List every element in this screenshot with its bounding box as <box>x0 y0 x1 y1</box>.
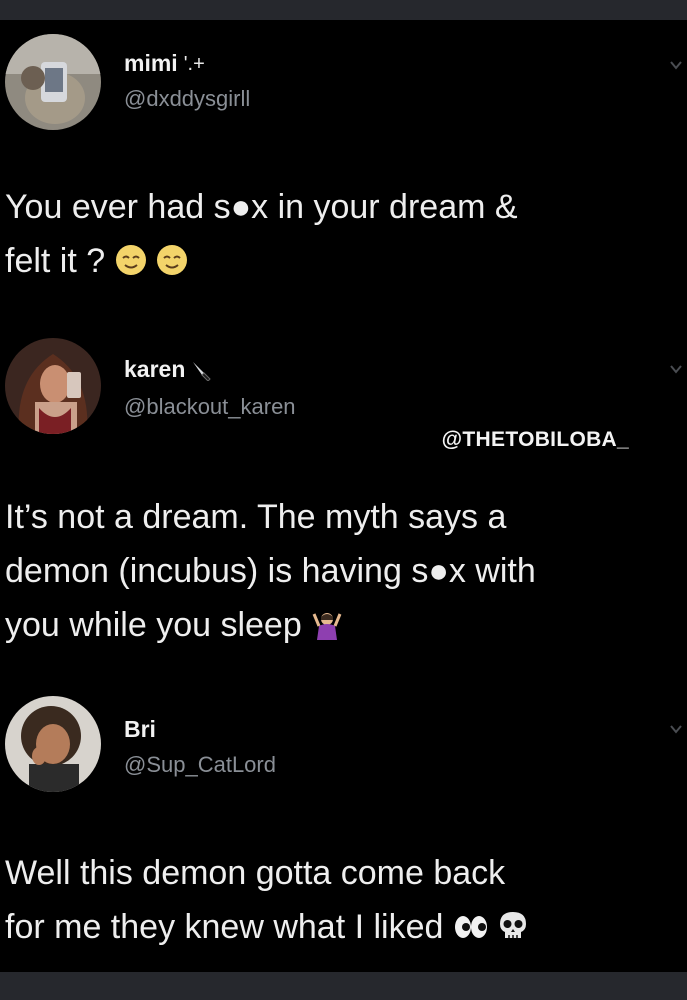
tweet-line: demon (incubus) is having s●x with <box>5 552 536 590</box>
tweet-text: Well this demon gotta come back for me t… <box>5 846 675 954</box>
avatar[interactable] <box>5 34 101 130</box>
tweet-text: It’s not a dream. The myth says a demon … <box>5 490 675 652</box>
tweet-line: felt it ? <box>5 242 106 280</box>
avatar[interactable] <box>5 696 101 792</box>
tweet-line: It’s not a dream. The myth says a <box>5 498 507 536</box>
knife-icon <box>193 361 212 381</box>
username-handle[interactable]: @blackout_karen <box>124 394 296 420</box>
display-name[interactable]: Bri <box>124 716 156 743</box>
tweet-line: Well this demon gotta come back <box>5 854 506 892</box>
relieved-face-icon <box>157 245 188 275</box>
relieved-face-icon <box>115 245 146 275</box>
watermark: @THETOBILOBA_ <box>441 428 629 451</box>
tweet-text: You ever had s●x in your dream & felt it… <box>5 180 675 288</box>
chevron-down-icon[interactable] <box>669 722 683 736</box>
tweet-line: for me they knew what I liked <box>5 908 444 946</box>
tweet-line: You ever had s●x in your dream & <box>5 188 518 226</box>
display-name[interactable]: karen <box>124 356 185 383</box>
person-gesturing-ok-icon <box>312 613 342 640</box>
chevron-down-icon[interactable] <box>669 58 683 72</box>
chevron-down-icon[interactable] <box>669 362 683 376</box>
username-handle[interactable]: @dxddysgirll <box>124 86 250 112</box>
bottom-frame-bar <box>0 972 687 1000</box>
username-handle[interactable]: @Sup_CatLord <box>124 752 276 778</box>
top-frame-bar <box>0 0 687 20</box>
display-name[interactable]: mimi <box>124 50 178 77</box>
tweet-line: you while you sleep <box>5 606 302 644</box>
sparkle-icon: '.+ <box>183 52 205 75</box>
eyes-icon <box>454 916 487 938</box>
skull-icon <box>500 912 527 938</box>
avatar[interactable] <box>5 338 101 434</box>
